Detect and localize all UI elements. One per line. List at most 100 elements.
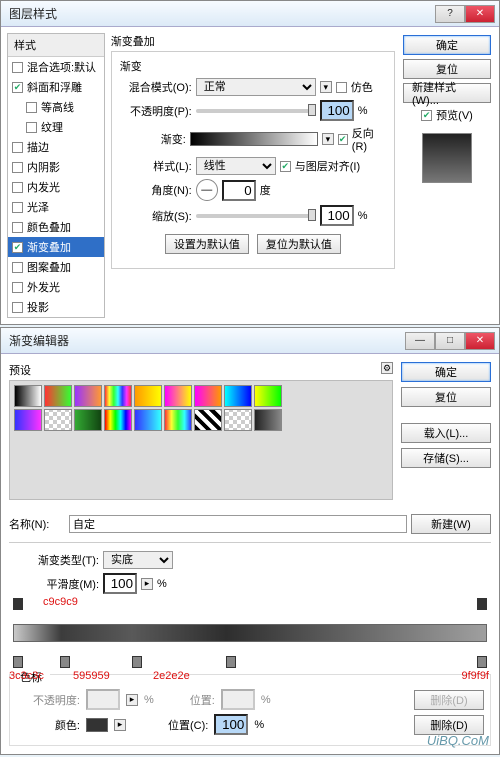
style-row-8[interactable]: 颜色叠加 bbox=[8, 217, 104, 237]
preset-thumb-4[interactable] bbox=[134, 385, 162, 407]
ann-b1: 3c3c3c bbox=[9, 670, 44, 682]
preset-thumb-0[interactable] bbox=[14, 385, 42, 407]
style-checkbox[interactable] bbox=[12, 182, 23, 193]
preset-thumb-14[interactable] bbox=[164, 409, 192, 431]
gear-icon[interactable]: ⚙ bbox=[381, 362, 393, 374]
preset-thumb-12[interactable] bbox=[104, 409, 132, 431]
style-checkbox[interactable] bbox=[12, 162, 23, 173]
gradtype-select[interactable]: 实底 bbox=[103, 551, 173, 569]
style-row-11[interactable]: 外发光 bbox=[8, 277, 104, 297]
col-delete-button[interactable]: 删除(D) bbox=[414, 715, 484, 735]
preset-thumb-8[interactable] bbox=[254, 385, 282, 407]
style-row-5[interactable]: 内阴影 bbox=[8, 157, 104, 177]
preset-thumb-10[interactable] bbox=[44, 409, 72, 431]
style-checkbox[interactable] bbox=[12, 62, 23, 73]
preset-thumb-6[interactable] bbox=[194, 385, 222, 407]
style-row-0[interactable]: 混合选项:默认 bbox=[8, 57, 104, 77]
color-stop-1[interactable] bbox=[13, 656, 23, 668]
preset-thumb-9[interactable] bbox=[14, 409, 42, 431]
help-button[interactable]: ? bbox=[435, 5, 465, 23]
dither-checkbox[interactable] bbox=[336, 82, 347, 93]
color-stop-5[interactable] bbox=[477, 656, 487, 668]
preset-thumb-16[interactable] bbox=[224, 409, 252, 431]
style-checkbox[interactable] bbox=[12, 302, 23, 313]
color-stop-2[interactable] bbox=[60, 656, 70, 668]
op-input bbox=[86, 689, 120, 710]
opacity-stop-1[interactable] bbox=[13, 598, 23, 610]
style-row-2[interactable]: 等高线 bbox=[8, 97, 104, 117]
opacity-input[interactable] bbox=[320, 100, 354, 121]
smooth-dropdown-icon[interactable]: ▸ bbox=[141, 578, 153, 590]
style-row-3[interactable]: 纹理 bbox=[8, 117, 104, 137]
preset-thumb-17[interactable] bbox=[254, 409, 282, 431]
style-checkbox[interactable]: ✔ bbox=[12, 242, 23, 253]
minimize-button[interactable]: — bbox=[405, 332, 435, 350]
maximize-button[interactable]: □ bbox=[435, 332, 465, 350]
gradient-bar[interactable] bbox=[13, 624, 487, 642]
col-pos-input[interactable] bbox=[214, 714, 248, 735]
presets-area[interactable] bbox=[9, 380, 393, 500]
cancel-button-2[interactable]: 复位 bbox=[401, 387, 491, 407]
win1-title: 图层样式 bbox=[9, 5, 57, 22]
style-select[interactable]: 线性 bbox=[196, 157, 276, 175]
preset-thumb-5[interactable] bbox=[164, 385, 192, 407]
dither-label: 仿色 bbox=[351, 79, 373, 95]
style-checkbox[interactable] bbox=[12, 202, 23, 213]
preview-checkbox[interactable]: ✔ bbox=[421, 110, 432, 121]
reset-default-button[interactable]: 复位为默认值 bbox=[257, 234, 341, 254]
blend-mode-select[interactable]: 正常 bbox=[196, 78, 316, 96]
style-checkbox[interactable] bbox=[12, 222, 23, 233]
cancel-button[interactable]: 复位 bbox=[403, 59, 491, 79]
style-row-4[interactable]: 描边 bbox=[8, 137, 104, 157]
name-input[interactable] bbox=[69, 515, 407, 533]
new-style-button[interactable]: 新建样式(W)... bbox=[403, 83, 491, 103]
style-row-12[interactable]: 投影 bbox=[8, 297, 104, 317]
new-button[interactable]: 新建(W) bbox=[411, 514, 491, 534]
angle-input[interactable] bbox=[222, 180, 256, 201]
reverse-checkbox[interactable]: ✔ bbox=[338, 134, 348, 145]
close-button-2[interactable]: ✕ bbox=[465, 332, 495, 350]
preset-thumb-7[interactable] bbox=[224, 385, 252, 407]
style-row-7[interactable]: 光泽 bbox=[8, 197, 104, 217]
preset-thumb-13[interactable] bbox=[134, 409, 162, 431]
color-swatch[interactable] bbox=[86, 718, 108, 732]
ok-button-2[interactable]: 确定 bbox=[401, 362, 491, 382]
angle-dial[interactable]: — bbox=[196, 179, 218, 201]
color-stop-3[interactable] bbox=[132, 656, 142, 668]
gradient-dropdown-icon[interactable]: ▾ bbox=[322, 133, 333, 145]
angle-label: 角度(N): bbox=[120, 182, 192, 198]
preset-thumb-15[interactable] bbox=[194, 409, 222, 431]
scale-slider[interactable] bbox=[196, 214, 316, 218]
style-checkbox[interactable] bbox=[12, 142, 23, 153]
style-label: 纹理 bbox=[41, 119, 63, 135]
style-row-10[interactable]: 图案叠加 bbox=[8, 257, 104, 277]
group-subtitle: 渐变 bbox=[120, 58, 386, 74]
load-button[interactable]: 载入(L)... bbox=[401, 423, 491, 443]
dropdown-icon[interactable]: ▾ bbox=[320, 81, 332, 93]
save-button[interactable]: 存储(S)... bbox=[401, 448, 491, 468]
style-checkbox[interactable] bbox=[26, 102, 37, 113]
smooth-input[interactable] bbox=[103, 573, 137, 594]
style-row-1[interactable]: ✔斜面和浮雕 bbox=[8, 77, 104, 97]
opacity-slider[interactable] bbox=[196, 109, 316, 113]
style-checkbox[interactable]: ✔ bbox=[12, 82, 23, 93]
style-checkbox[interactable] bbox=[12, 282, 23, 293]
scale-input[interactable] bbox=[320, 205, 354, 226]
color-stop-4[interactable] bbox=[226, 656, 236, 668]
opacity-stop-2[interactable] bbox=[477, 598, 487, 610]
style-row-6[interactable]: 内发光 bbox=[8, 177, 104, 197]
preset-thumb-3[interactable] bbox=[104, 385, 132, 407]
style-row-9[interactable]: ✔渐变叠加 bbox=[8, 237, 104, 257]
style-checkbox[interactable] bbox=[12, 262, 23, 273]
preset-thumb-2[interactable] bbox=[74, 385, 102, 407]
align-checkbox[interactable]: ✔ bbox=[280, 161, 291, 172]
ok-button[interactable]: 确定 bbox=[403, 35, 491, 55]
preset-thumb-11[interactable] bbox=[74, 409, 102, 431]
style-checkbox[interactable] bbox=[26, 122, 37, 133]
set-default-button[interactable]: 设置为默认值 bbox=[165, 234, 249, 254]
gradient-picker[interactable] bbox=[190, 132, 319, 146]
col-drop-icon[interactable]: ▸ bbox=[114, 719, 126, 731]
preview-swatch bbox=[422, 133, 472, 183]
close-button[interactable]: ✕ bbox=[465, 5, 495, 23]
preset-thumb-1[interactable] bbox=[44, 385, 72, 407]
